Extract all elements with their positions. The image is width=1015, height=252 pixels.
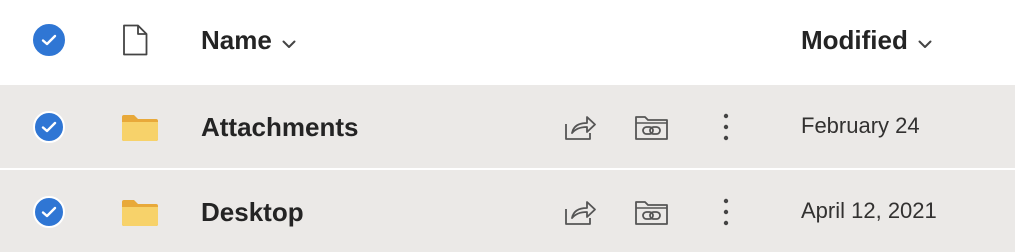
- name-column-label: Name: [201, 25, 272, 55]
- copy-link-icon: [635, 201, 668, 225]
- checkmark-icon: [41, 34, 57, 46]
- file-list: Name Modified Attachments February 24 De…: [0, 0, 1015, 252]
- copy-link-button[interactable]: [634, 110, 670, 144]
- more-options-button[interactable]: [708, 110, 744, 144]
- list-item[interactable]: Attachments February 24: [0, 85, 1015, 168]
- item-name[interactable]: Attachments: [201, 112, 358, 143]
- modified-column-header[interactable]: Modified: [801, 25, 932, 56]
- row-checkbox[interactable]: [33, 196, 65, 228]
- name-column-header[interactable]: Name: [201, 25, 296, 56]
- share-icon: [565, 201, 596, 225]
- share-icon: [565, 116, 596, 140]
- folder-icon: [121, 199, 159, 232]
- select-all-checkbox[interactable]: [33, 24, 65, 56]
- copy-link-icon: [635, 116, 668, 140]
- modified-date: February 24: [801, 113, 920, 138]
- more-options-icon: [723, 113, 729, 141]
- share-button[interactable]: [562, 110, 598, 144]
- list-header: Name Modified: [0, 0, 1015, 84]
- checkmark-icon: [41, 206, 57, 218]
- more-options-button[interactable]: [708, 195, 744, 229]
- item-name[interactable]: Desktop: [201, 197, 304, 228]
- row-checkbox[interactable]: [33, 111, 65, 143]
- folder-icon: [121, 114, 159, 147]
- copy-link-button[interactable]: [634, 195, 670, 229]
- modified-date: April 12, 2021: [801, 198, 937, 223]
- chevron-down-icon: [282, 25, 296, 56]
- checkmark-icon: [41, 121, 57, 133]
- share-button[interactable]: [562, 195, 598, 229]
- chevron-down-icon: [918, 25, 932, 56]
- modified-column-label: Modified: [801, 25, 908, 55]
- more-options-icon: [723, 198, 729, 226]
- list-item[interactable]: Desktop April 12, 2021: [0, 170, 1015, 252]
- file-type-icon: [120, 24, 150, 61]
